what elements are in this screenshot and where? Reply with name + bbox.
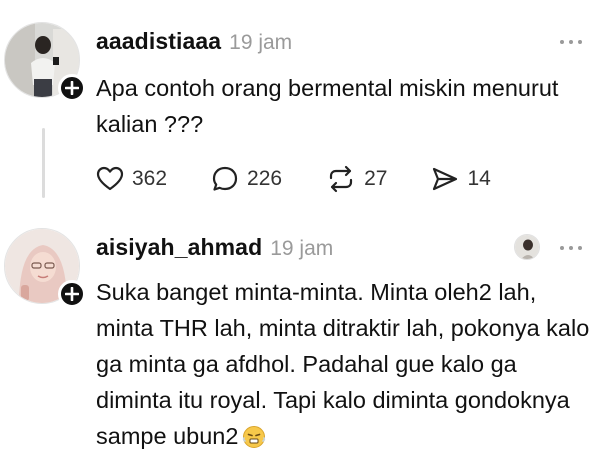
post-header: aaadistiaaa 19 jam [96, 28, 292, 55]
repost-count: 27 [364, 167, 388, 190]
dot [569, 246, 573, 250]
dot [560, 40, 564, 44]
more-options-button[interactable] [560, 246, 582, 250]
steaming-face-icon [243, 426, 266, 448]
post-aisiyah-ahmad: aisiyah_ahmad 19 jam Suka banget minta-m… [0, 214, 604, 472]
username[interactable]: aisiyah_ahmad [96, 234, 262, 261]
more-options-button[interactable] [560, 40, 582, 44]
comment-bubble-icon [212, 166, 238, 191]
plus-icon [65, 81, 79, 95]
liked-by-author-avatar-icon [515, 235, 539, 259]
thread-line [42, 128, 45, 198]
follow-plus-button[interactable] [58, 74, 86, 102]
dot [578, 246, 582, 250]
avatar-container[interactable] [4, 22, 86, 102]
like-count: 362 [132, 167, 168, 190]
follow-plus-button[interactable] [58, 280, 86, 308]
avatar-container[interactable] [4, 228, 86, 308]
post-text: Apa contoh orang bermental miskin menuru… [96, 75, 559, 137]
share-count: 14 [467, 167, 491, 190]
steam-face-emoji-icon [242, 423, 266, 459]
send-icon [433, 167, 458, 191]
repost-button[interactable]: 27 [326, 165, 387, 193]
post-aaadistiaaa: aaadistiaaa 19 jam Apa contoh orang berm… [0, 0, 604, 210]
reply-count: 226 [247, 167, 283, 190]
heart-icon [96, 166, 124, 191]
share-button[interactable]: 14 [431, 166, 491, 192]
plus-icon [65, 287, 79, 301]
timestamp: 19 jam [270, 237, 334, 260]
action-bar: 362 226 27 14 [96, 165, 535, 193]
repost-icon [329, 165, 353, 193]
like-button[interactable]: 362 [96, 166, 167, 192]
reply-button[interactable]: 226 [211, 165, 282, 193]
post-header: aisiyah_ahmad 19 jam [96, 234, 333, 261]
timestamp: 19 jam [229, 31, 293, 54]
dot [569, 40, 573, 44]
username[interactable]: aaadistiaaa [96, 28, 221, 55]
post-text-content: Suka banget minta-minta. Minta oleh2 lah… [96, 279, 590, 449]
liked-by-author-avatar[interactable] [514, 234, 540, 260]
dot [578, 40, 582, 44]
post-text: Suka banget minta-minta. Minta oleh2 lah… [96, 274, 596, 459]
dot [560, 246, 564, 250]
